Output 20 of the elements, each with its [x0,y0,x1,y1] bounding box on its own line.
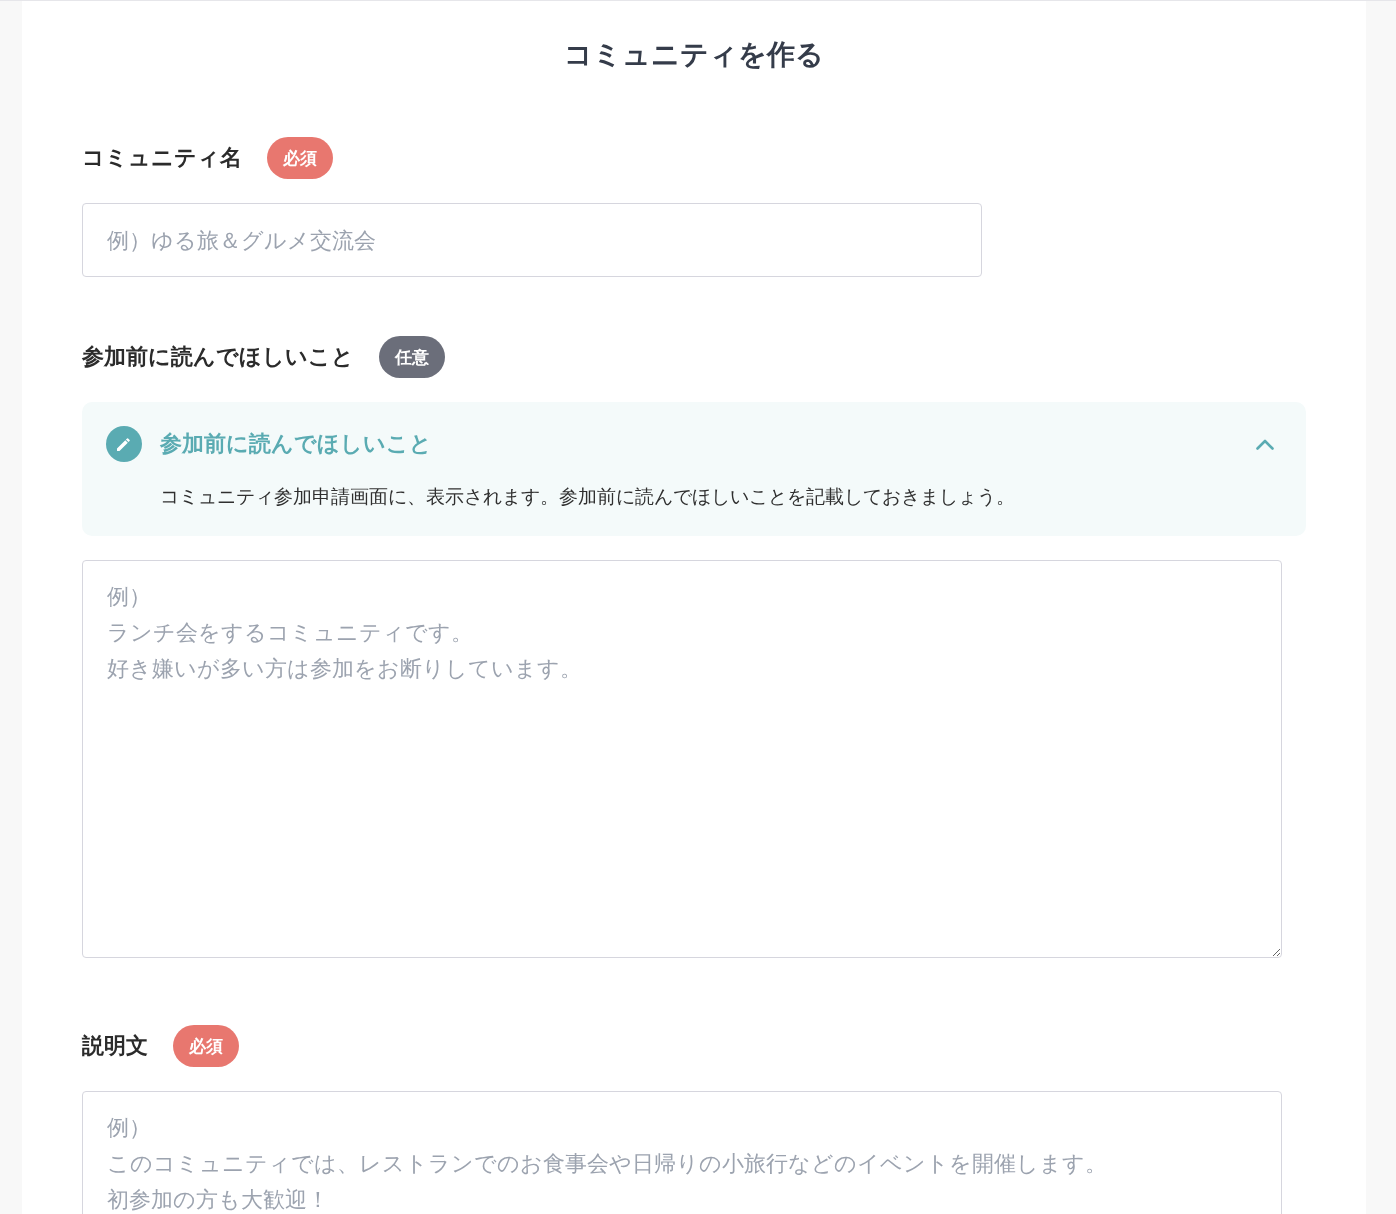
field-label: 参加前に読んでほしいこと [82,343,354,371]
required-badge: 必須 [267,137,333,179]
help-text: コミュニティ参加申請画面に、表示されます。参加前に読んでほしいことを記載しておきましょう。 [160,484,1016,509]
required-badge: 必須 [173,1025,239,1067]
placeholder-text: このコミュニティでは、レストランでのお食事会や日帰りの小旅行などのイベントを開催します。 [107,1150,1107,1178]
help-title: 参加前に読んでほしいこと [160,430,432,458]
placeholder-text: 例） [107,1114,151,1142]
page-title: コミュニティを作る [563,37,825,73]
placeholder-text: ランチ会をするコミュニティです。 [107,619,473,647]
placeholder-text: 初参加の方も大歓迎！ [107,1186,329,1214]
optional-badge: 任意 [379,336,445,378]
chevron-up-icon[interactable] [1256,438,1274,450]
input-field[interactable]: 例）ゆる旅＆グルメ交流会 [82,203,982,277]
text-area[interactable]: 例） ランチ会をするコミュニティです。 好き嫌いが多い方は参加をお断りしています。 [82,560,1282,958]
pencil-icon [106,426,142,462]
field-label: 説明文 [82,1032,148,1060]
placeholder-text: 好き嫌いが多い方は参加をお断りしています。 [107,655,582,683]
field-label: コミュニティ名 [82,144,242,172]
text-area[interactable]: 例） このコミュニティでは、レストランでのお食事会や日帰りの小旅行などのイベントを開催します。 初参加の方も大歓迎！ [82,1091,1282,1214]
placeholder-text: 例） [107,583,151,611]
